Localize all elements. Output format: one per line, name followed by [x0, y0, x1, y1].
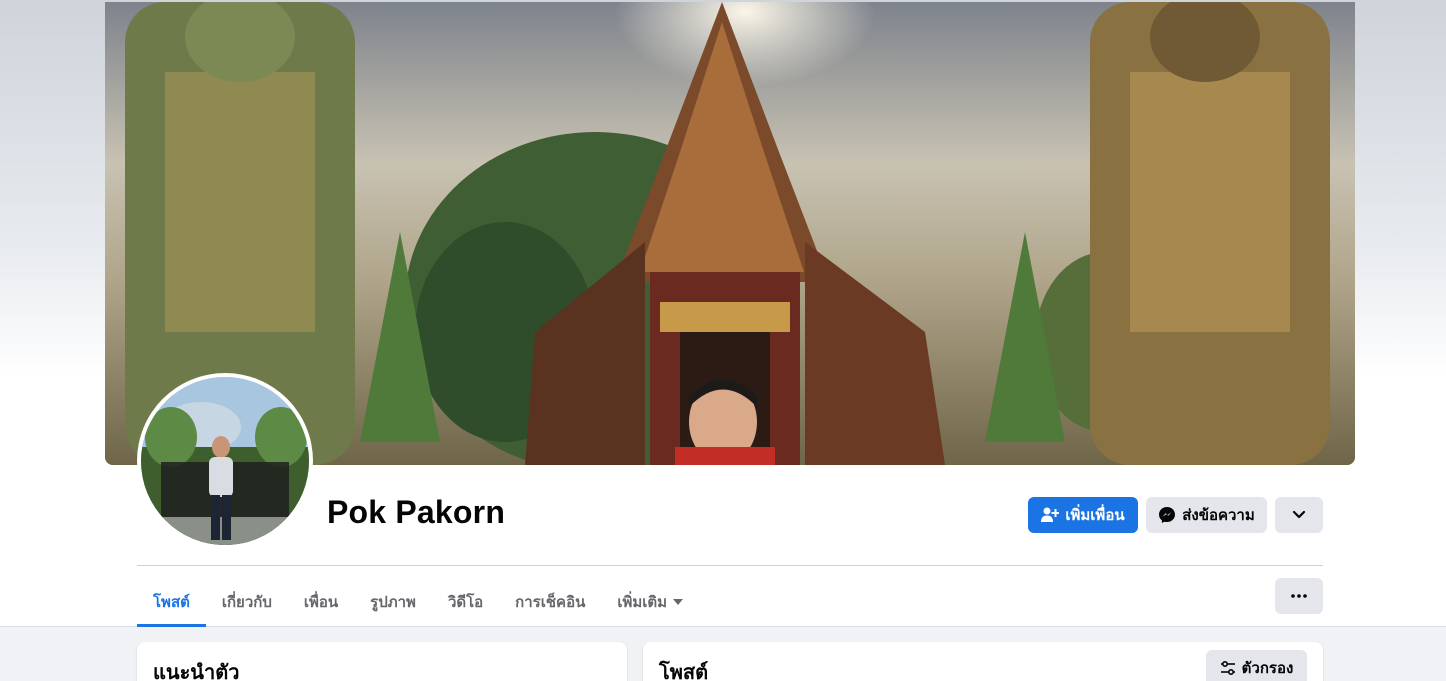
- tab-more[interactable]: เพิ่มเติม: [601, 578, 699, 626]
- profile-photo: [141, 377, 309, 545]
- profile-options-button[interactable]: [1275, 497, 1323, 533]
- person-plus-icon: [1041, 507, 1060, 522]
- add-friend-label: เพิ่มเพื่อน: [1065, 507, 1125, 524]
- message-button[interactable]: ส่งข้อความ: [1146, 497, 1267, 533]
- tab-videos[interactable]: วิดีโอ: [432, 578, 499, 626]
- ellipsis-icon: [1291, 594, 1307, 598]
- sliders-icon: [1220, 661, 1235, 675]
- cover-photo-art: [105, 2, 1355, 465]
- tab-check-ins-label: การเช็คอิน: [515, 594, 586, 611]
- chevron-down-icon: [1292, 510, 1306, 519]
- tab-posts[interactable]: โพสต์: [137, 578, 206, 627]
- intro-card: แนะนำตัว: [137, 642, 627, 681]
- tab-photos[interactable]: รูปภาพ: [354, 578, 432, 626]
- tab-videos-label: วิดีโอ: [447, 594, 484, 611]
- tab-posts-label: โพสต์: [153, 594, 190, 611]
- intro-title: แนะนำตัว: [153, 662, 240, 681]
- header-divider: [0, 626, 1446, 627]
- posts-title: โพสต์: [659, 662, 709, 681]
- profile-photo-art: [141, 377, 309, 545]
- messenger-icon: [1159, 507, 1176, 523]
- more-options-button[interactable]: [1275, 578, 1323, 614]
- tab-friends-label: เพื่อน: [303, 594, 339, 611]
- tab-photos-label: รูปภาพ: [370, 594, 416, 611]
- cover-photo[interactable]: [105, 2, 1355, 465]
- add-friend-button[interactable]: เพิ่มเพื่อน: [1028, 497, 1138, 533]
- profile-tabs: โพสต์ เกี่ยวกับ เพื่อน รูปภาพ วิดีโอ การ…: [137, 578, 699, 627]
- tab-check-ins[interactable]: การเช็คอิน: [499, 578, 601, 626]
- tab-friends[interactable]: เพื่อน: [288, 578, 354, 626]
- tabs-divider: [137, 565, 1323, 566]
- profile-name: Pok Pakorn: [327, 494, 506, 530]
- caret-down-icon: [673, 599, 684, 605]
- message-label: ส่งข้อความ: [1182, 507, 1255, 524]
- profile-avatar[interactable]: [137, 373, 313, 549]
- filter-label: ตัวกรอง: [1241, 660, 1294, 677]
- tab-about[interactable]: เกี่ยวกับ: [206, 578, 288, 626]
- tab-more-label: เพิ่มเติม: [617, 594, 668, 611]
- tab-about-label: เกี่ยวกับ: [221, 594, 272, 611]
- filter-button[interactable]: ตัวกรอง: [1206, 650, 1307, 681]
